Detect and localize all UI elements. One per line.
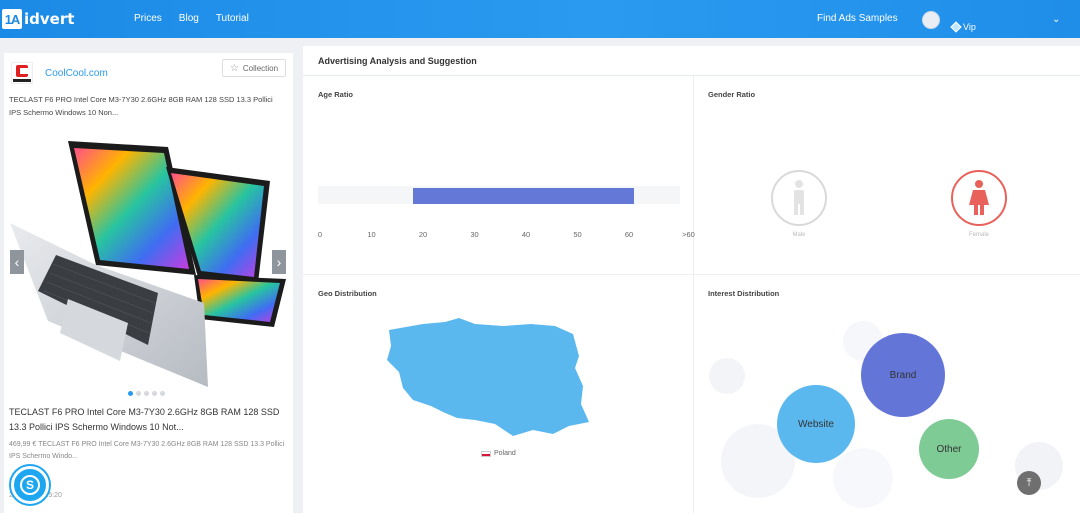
decorative-bubble — [833, 448, 893, 508]
map-legend: Poland — [481, 450, 516, 457]
legend-country: Poland — [494, 450, 516, 457]
slide-dot[interactable] — [128, 391, 133, 396]
age-tick-label: 0 — [317, 230, 323, 239]
vip-badge[interactable]: Vip — [950, 21, 976, 33]
main-nav: Prices Blog Tutorial — [134, 13, 266, 24]
decorative-bubble — [709, 358, 745, 394]
chevron-down-icon[interactable]: ⌄ — [1052, 14, 1060, 25]
age-axis: 0 10 20 30 40 50 60 >60 — [303, 230, 695, 242]
section-title: Advertising Analysis and Suggestion — [318, 56, 477, 66]
logo[interactable]: 1A idvert — [2, 8, 74, 30]
collection-button[interactable]: ☆ Collection — [222, 59, 286, 77]
age-tick-label: 10 — [367, 230, 376, 239]
avatar[interactable] — [922, 11, 940, 29]
poland-map — [387, 318, 589, 436]
male-icon — [794, 180, 804, 215]
age-tick-label: 20 — [418, 230, 428, 239]
advertiser[interactable]: CoolCool.com — [11, 62, 108, 84]
bubble-label: Website — [798, 418, 834, 430]
age-ratio-title: Age Ratio — [318, 90, 354, 99]
ad-card: CoolCool.com ☆ Collection TECLAST F6 PRO… — [4, 53, 293, 513]
ad-description: TECLAST F6 PRO Intel Core M3-7Y30 2.6GHz… — [9, 95, 273, 117]
female-label: Female — [968, 232, 990, 238]
logo-mark: 1A — [2, 9, 22, 29]
gender-ratio-title: Gender Ratio — [708, 90, 756, 99]
collection-label: Collection — [242, 63, 279, 73]
ad-image-laptop — [10, 141, 286, 387]
nav-prices[interactable]: Prices — [134, 13, 162, 24]
male-option[interactable] — [771, 170, 827, 226]
ad-body-text: 469,99 € TECLAST F6 PRO Intel Core M3-7Y… — [9, 441, 285, 460]
male-label: Male — [792, 232, 806, 238]
geo-distribution-title: Geo Distribution — [318, 289, 377, 298]
divider — [693, 76, 694, 513]
nav-tutorial[interactable]: Tutorial — [216, 13, 249, 24]
bubble-label: Brand — [889, 369, 917, 381]
top-navigation-bar: 1A idvert Prices Blog Tutorial Find Ads … — [0, 0, 1080, 38]
advertiser-name[interactable]: CoolCool.com — [45, 68, 108, 79]
age-tick-label: >60 — [682, 230, 695, 239]
skype-icon: S — [20, 475, 40, 495]
next-slide-button[interactable]: › — [272, 250, 286, 274]
bubble-label: Other — [936, 443, 962, 455]
slide-dot[interactable] — [136, 391, 141, 396]
ad-title: TECLAST F6 PRO Intel Core M3-7Y30 2.6GHz… — [9, 407, 280, 432]
interest-bubble-brand[interactable]: Brand — [861, 333, 945, 417]
slide-dot[interactable] — [152, 391, 157, 396]
female-icon — [969, 180, 989, 215]
interest-bubble-other[interactable]: Other — [919, 419, 979, 479]
divider — [303, 274, 1080, 275]
nav-blog[interactable]: Blog — [179, 13, 199, 24]
logo-text: idvert — [24, 10, 75, 28]
find-ads-samples-link[interactable]: Find Ads Samples — [817, 13, 898, 24]
poland-flag-icon — [481, 450, 491, 457]
skype-chat-button[interactable]: S — [11, 466, 49, 504]
slide-dot[interactable] — [160, 391, 165, 396]
vip-label: Vip — [963, 22, 976, 32]
age-tick-label: 50 — [573, 230, 582, 239]
age-tick-label: 40 — [521, 230, 531, 239]
divider — [303, 75, 1080, 76]
age-tick-label: 30 — [470, 230, 479, 239]
slide-dot[interactable] — [144, 391, 149, 396]
star-icon: ☆ — [229, 62, 239, 74]
interest-bubble-website[interactable]: Website — [777, 385, 855, 463]
back-to-top-button[interactable]: ⤒ — [1017, 471, 1041, 495]
analysis-panel: Advertising Analysis and Suggestion Age … — [303, 46, 1080, 513]
advertiser-logo — [11, 62, 33, 84]
age-tick-label: 60 — [624, 230, 634, 239]
slide-indicator — [128, 391, 165, 396]
previous-slide-button[interactable]: ‹ — [10, 250, 24, 274]
age-range-bar — [412, 188, 635, 204]
interest-distribution-title: Interest Distribution — [708, 289, 780, 298]
female-option[interactable] — [951, 170, 1007, 226]
diamond-icon — [950, 21, 962, 33]
